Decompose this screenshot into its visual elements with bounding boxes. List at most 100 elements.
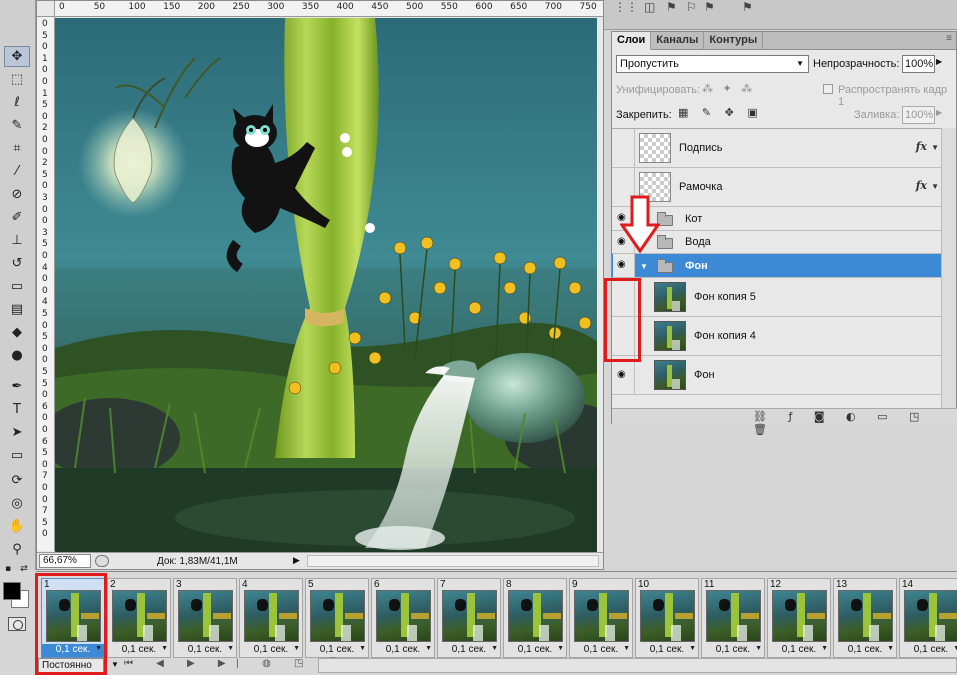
quick-mask-icon[interactable] xyxy=(8,617,26,631)
layer-group-water[interactable]: ◉ ▶ Вода xyxy=(612,231,942,254)
fx-icon[interactable]: fx xyxy=(916,179,927,192)
animation-frame[interactable]: 10 0,1 сек. ▼ xyxy=(635,578,699,658)
chevron-down-icon[interactable]: ▼ xyxy=(111,660,119,669)
chevron-down-icon[interactable]: ▼ xyxy=(887,645,894,652)
propagate-frame-checkbox[interactable] xyxy=(823,84,833,94)
chevron-down-icon[interactable]: ▼ xyxy=(227,645,234,652)
3d-orbit-tool-icon[interactable]: ◎ xyxy=(4,493,30,514)
animation-frame[interactable]: 3 0,1 сек. ▼ xyxy=(173,578,237,658)
layer-group-cat[interactable]: ◉ ▶ Кот xyxy=(612,207,942,231)
lasso-tool-icon[interactable]: ℓ xyxy=(4,92,30,113)
frame-thumbnail xyxy=(706,590,761,642)
vertical-scrollbar[interactable] xyxy=(597,18,603,552)
chevron-down-icon[interactable]: ▼ xyxy=(557,645,564,652)
3d-rotate-tool-icon[interactable]: ⟳ xyxy=(4,470,30,491)
swatches-icon[interactable]: ⚐ xyxy=(686,0,697,14)
animation-frame[interactable]: 4 0,1 сек. ▼ xyxy=(239,578,303,658)
crop-tool-icon[interactable]: ⌗ xyxy=(4,138,30,159)
animation-frame[interactable]: 8 0,1 сек. ▼ xyxy=(503,578,567,658)
animation-frame[interactable]: 9 0,1 сек. ▼ xyxy=(569,578,633,658)
chevron-down-icon[interactable]: ▼ xyxy=(161,645,168,652)
zoom-field[interactable]: 66,67% xyxy=(39,554,91,568)
panel-menu-icon[interactable]: ≡ xyxy=(946,33,952,44)
chevron-down-icon[interactable]: ▼ xyxy=(953,645,957,652)
collapse-triangle-icon[interactable]: ▼ xyxy=(640,262,648,271)
path-select-tool-icon[interactable]: ➤ xyxy=(4,422,30,443)
frame-delay[interactable]: 0,1 сек. xyxy=(900,644,957,657)
foreground-color-swatch[interactable] xyxy=(3,582,21,600)
chevron-down-icon[interactable]: ▼ xyxy=(425,645,432,652)
brush-tool-icon[interactable]: ✐ xyxy=(4,207,30,228)
lock-icons[interactable]: ▦ ✎ ✥ ▣ xyxy=(678,106,763,119)
chevron-down-icon[interactable]: ▼ xyxy=(623,645,630,652)
layer-group-background[interactable]: ◉ ▼ Фон xyxy=(612,254,942,278)
layer-row-background[interactable]: ◉ Фон xyxy=(612,356,942,395)
chevron-down-icon[interactable]: ▼ xyxy=(755,645,762,652)
visibility-toggle[interactable]: ◉ xyxy=(613,254,635,277)
shape-tool-icon[interactable]: ▭ xyxy=(4,445,30,466)
chevron-down-icon[interactable]: ▼ xyxy=(293,645,300,652)
animation-frame[interactable]: 14 0,1 сек. ▼ xyxy=(899,578,957,658)
animation-frame[interactable]: 13 0,1 сек. ▼ xyxy=(833,578,897,658)
ruler-origin[interactable] xyxy=(37,1,55,17)
layers-scrollbar[interactable] xyxy=(941,128,956,408)
status-menu-arrow-icon[interactable]: ▶ xyxy=(293,555,303,567)
gradient-tool-icon[interactable]: ▤ xyxy=(4,299,30,320)
ruler-vertical[interactable]: 0501001502002503003504004505005506006507… xyxy=(37,17,55,551)
histogram-icon[interactable]: ⚑ xyxy=(704,0,715,14)
hand-tool-icon[interactable]: ✋ xyxy=(4,516,30,537)
layer-row-background-copy-4[interactable]: Фон копия 4 xyxy=(612,317,942,356)
tool-presets-icon[interactable]: ⚑ xyxy=(742,0,753,14)
fill-field[interactable]: 100% xyxy=(902,106,935,124)
horizontal-scrollbar[interactable] xyxy=(307,555,599,567)
chevron-down-icon[interactable]: ▼ xyxy=(821,645,828,652)
default-colors-icon[interactable]: ▪ xyxy=(2,563,14,575)
fill-slider-arrow-icon[interactable]: ▶ xyxy=(936,108,942,117)
animation-frame[interactable]: 5 0,1 сек. ▼ xyxy=(305,578,369,658)
chevron-down-icon[interactable]: ▼ xyxy=(359,645,366,652)
unify-icons[interactable]: ⁂ ✦ ⁂ xyxy=(702,82,755,95)
opacity-slider-arrow-icon[interactable]: ▶ xyxy=(936,57,942,66)
visibility-toggle[interactable] xyxy=(613,129,635,167)
playback-controls[interactable]: ⏮ ◀ ▶ ▶| ◍ ◳ 🗑 xyxy=(124,658,349,669)
chevron-down-icon[interactable]: ▼ xyxy=(689,645,696,652)
fx-icon[interactable]: fx xyxy=(916,140,927,153)
history-brush-tool-icon[interactable]: ↺ xyxy=(4,253,30,274)
chevron-down-icon[interactable]: ▼ xyxy=(931,143,939,152)
quick-select-tool-icon[interactable]: ✎ xyxy=(4,115,30,136)
eyedropper-tool-icon[interactable]: ⁄ xyxy=(4,161,30,182)
clone-source-icon[interactable]: ⚑ xyxy=(666,0,677,14)
chevron-down-icon[interactable]: ▼ xyxy=(931,182,939,191)
chevron-down-icon[interactable]: ▼ xyxy=(491,645,498,652)
swap-colors-icon[interactable]: ⇄ xyxy=(18,563,30,575)
brush-preset-icon[interactable]: ◫ xyxy=(644,0,655,14)
move-tool-icon[interactable]: ✥ xyxy=(4,46,30,67)
animation-frame[interactable]: 6 0,1 сек. ▼ xyxy=(371,578,435,658)
animation-frame[interactable]: 11 0,1 сек. ▼ xyxy=(701,578,765,658)
tab-channels[interactable]: Каналы xyxy=(651,32,705,50)
type-tool-icon[interactable]: T xyxy=(4,399,30,420)
animation-frame[interactable]: 12 0,1 сек. ▼ xyxy=(767,578,831,658)
eraser-tool-icon[interactable]: ▭ xyxy=(4,276,30,297)
tab-paths[interactable]: Контуры xyxy=(704,32,764,50)
layer-row-frame[interactable]: Рамочка fx ▼ xyxy=(612,168,942,207)
zoom-tool-icon[interactable]: ⚲ xyxy=(4,539,30,560)
opacity-field[interactable]: 100% xyxy=(902,55,935,73)
animation-frame[interactable]: 2 0,1 сек. ▼ xyxy=(107,578,171,658)
marquee-tool-icon[interactable]: ⬚ xyxy=(4,69,30,90)
layer-row-background-copy-5[interactable]: Фон копия 5 xyxy=(612,278,942,317)
tab-layers[interactable]: Слои xyxy=(612,32,652,50)
blend-mode-select[interactable]: Пропустить ▼ xyxy=(616,55,809,73)
animation-frame[interactable]: 7 0,1 сек. ▼ xyxy=(437,578,501,658)
panel-collapse-icon[interactable]: ⋮⋮ xyxy=(614,0,638,14)
blur-tool-icon[interactable]: ◆ xyxy=(4,322,30,343)
pen-tool-icon[interactable]: ✒ xyxy=(4,376,30,397)
clone-stamp-tool-icon[interactable]: ⊥ xyxy=(4,230,30,251)
canvas[interactable] xyxy=(55,18,599,552)
zoom-preview-icon[interactable] xyxy=(95,555,109,567)
layer-actions-icons[interactable]: ⛓ ƒ ◙ ◐ ▭ ◳ 🗑 xyxy=(753,410,957,436)
healing-brush-tool-icon[interactable]: ⊘ xyxy=(4,184,30,205)
layer-row-signature[interactable]: Подпись fx ▼ xyxy=(612,129,942,168)
dodge-tool-icon[interactable]: ● xyxy=(4,345,30,366)
ruler-horizontal[interactable]: 0 50 100 150 200 250 300 350 400 450 500 550 600 650 7… xyxy=(55,1,603,17)
